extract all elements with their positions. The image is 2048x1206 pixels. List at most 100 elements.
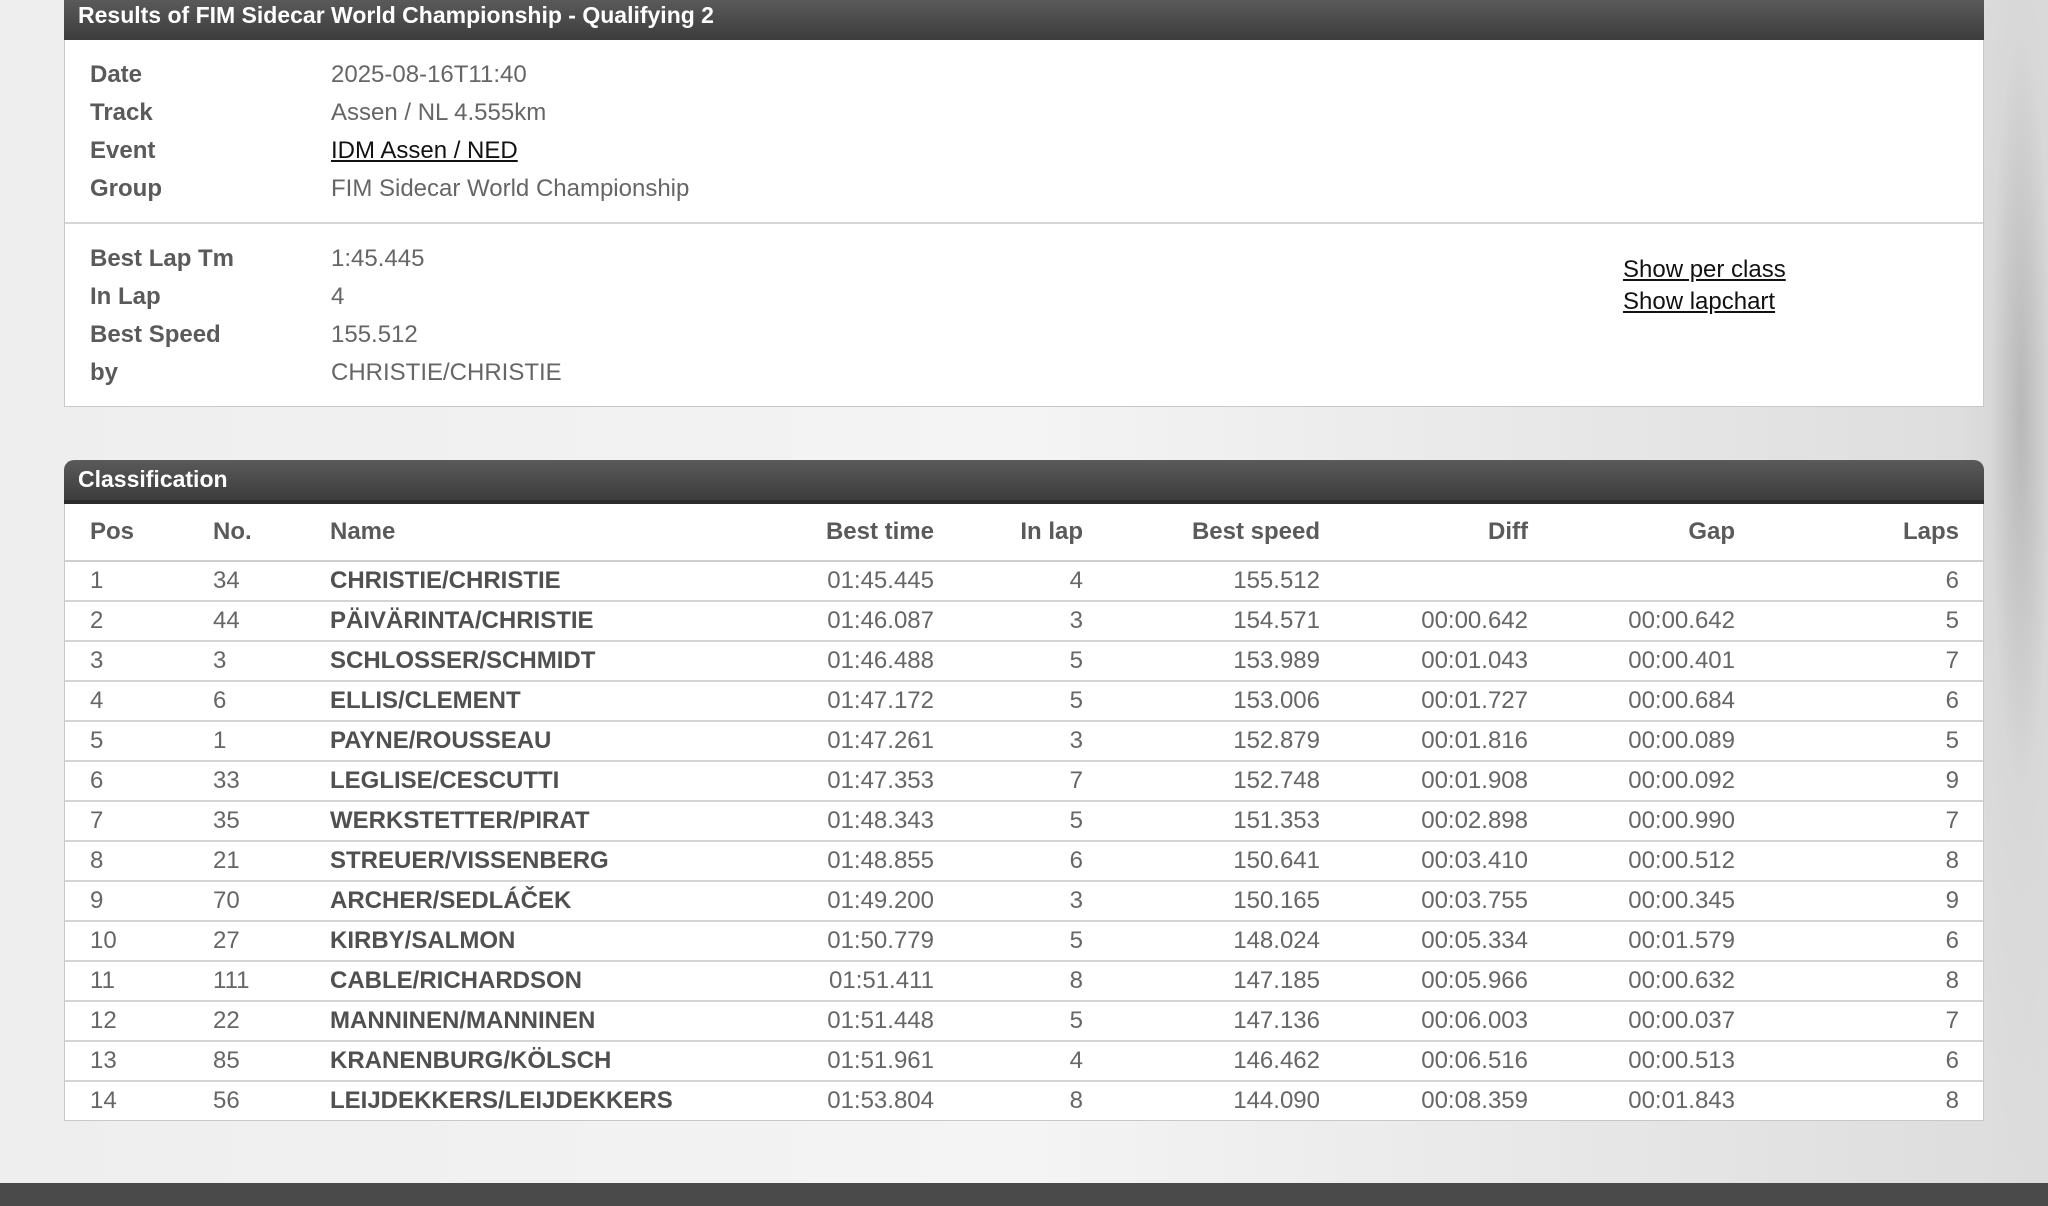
cell-best-time: 01:46.488 [780, 641, 934, 682]
show-per-class-link[interactable]: Show per class [1623, 254, 1786, 286]
cell-best-speed: 152.748 [1083, 761, 1320, 802]
classification-title: Classification [64, 460, 1984, 504]
cell-in-lap: 5 [934, 641, 1083, 682]
cell-laps: 8 [1735, 841, 1983, 882]
table-row: 11 111 CABLE/RICHARDSON 01:51.411 8 147.185 00… [65, 961, 1983, 1002]
cell-best-time: 01:45.445 [780, 561, 934, 602]
cell-laps: 6 [1735, 921, 1983, 962]
cell-diff: 00:05.334 [1320, 921, 1528, 962]
cell-pos: 1 [65, 561, 213, 602]
info-row-best-speed: Best Speed 155.512 [65, 316, 1983, 354]
cell-name: KRANENBURG/KÖLSCH [330, 1041, 780, 1082]
cell-best-speed: 151.353 [1083, 801, 1320, 842]
group-value: FIM Sidecar World Championship [331, 175, 690, 202]
cell-in-lap: 5 [934, 1001, 1083, 1042]
best-speed-value: 155.512 [331, 321, 418, 348]
best-lap-info: Best Lap Tm 1:45.445 In Lap 4 Best Speed… [65, 222, 1983, 406]
group-label: Group [90, 175, 162, 202]
by-value: CHRISTIE/CHRISTIE [331, 359, 562, 386]
cell-gap: 00:01.843 [1628, 1087, 1735, 1114]
cell-diff: 00:00.642 [1320, 601, 1528, 642]
cell-pos: 5 [65, 721, 213, 762]
cell-diff: 00:01.727 [1320, 681, 1528, 722]
cell-number: 44 [213, 601, 330, 642]
cell-in-lap: 5 [934, 681, 1083, 722]
cell-pos: 13 [65, 1041, 213, 1082]
cell-in-lap: 7 [934, 761, 1083, 802]
cell-pos: 2 [65, 601, 213, 642]
date-label: Date [90, 61, 143, 88]
info-row-date: Date 2025-08-16T11:40 [65, 56, 1983, 94]
cell-best-time: 01:50.779 [780, 921, 934, 962]
cell-best-speed: 153.989 [1083, 641, 1320, 682]
cell-pos: 3 [65, 641, 213, 682]
cell-best-time: 01:47.353 [780, 761, 934, 802]
show-lapchart-link[interactable]: Show lapchart [1623, 286, 1786, 318]
cell-diff: 00:08.359 [1421, 1087, 1528, 1114]
cell-gap: 00:01.579 [1528, 921, 1735, 962]
info-row-track: Track Assen / NL 4.555km [65, 94, 1983, 132]
info-row-by: by CHRISTIE/CHRISTIE [65, 354, 1983, 392]
cell-name: LEIJDEKKERS/LEIJDEKKERS [330, 1087, 673, 1114]
cell-number: 27 [213, 921, 330, 962]
table-row: 14 56 LEIJDEKKERS/LEIJDEKKERS 01:53.804 8 144… [65, 1081, 1983, 1120]
results-panel: Results of FIM Sidecar World Championshi… [64, 0, 1984, 407]
cell-gap: 00:00.642 [1528, 601, 1735, 642]
cell-best-speed: 148.024 [1083, 921, 1320, 962]
best-lap-label: Best Lap Tm [90, 245, 235, 272]
cell-gap: 00:00.092 [1528, 761, 1735, 802]
cell-in-lap: 5 [934, 921, 1083, 962]
cell-number: 56 [213, 1087, 240, 1114]
cell-best-speed: 150.641 [1083, 841, 1320, 882]
by-label: by [90, 359, 119, 386]
footer-bar [0, 1183, 2048, 1206]
table-row: 6 33 LEGLISE/CESCUTTI 01:47.353 7 152.748 00:0… [65, 761, 1983, 802]
cell-laps: 5 [1735, 601, 1983, 642]
col-header-no: No. [213, 504, 330, 562]
cell-in-lap: 8 [1069, 1087, 1083, 1114]
cell-pos: 7 [65, 801, 213, 842]
cell-best-speed: 146.462 [1083, 1041, 1320, 1082]
cell-number: 3 [213, 641, 330, 682]
cell-in-lap: 4 [934, 561, 1083, 602]
col-header-gap: Gap [1528, 504, 1735, 562]
col-header-name: Name [330, 504, 780, 562]
col-header-pos: Pos [65, 504, 213, 562]
cell-best-time: 01:46.087 [780, 601, 934, 642]
cell-best-speed: 155.512 [1083, 561, 1320, 602]
cell-best-time: 01:51.411 [780, 961, 934, 1002]
session-info: Date 2025-08-16T11:40 Track Assen / NL 4… [65, 40, 1983, 222]
cell-in-lap: 3 [934, 601, 1083, 642]
cell-best-time: 01:47.261 [780, 721, 934, 762]
cell-best-time: 01:48.855 [780, 841, 934, 882]
table-row: 5 1 PAYNE/ROUSSEAU 01:47.261 3 152.879 00:01.8… [65, 721, 1983, 762]
table-row: 12 22 MANNINEN/MANNINEN 01:51.448 5 147.136 00… [65, 1001, 1983, 1042]
cell-pos: 12 [65, 1001, 213, 1042]
event-link[interactable]: IDM Assen / NED [331, 137, 518, 164]
cell-diff: 00:03.410 [1320, 841, 1528, 882]
cell-number: 85 [213, 1041, 330, 1082]
cell-name: KIRBY/SALMON [330, 921, 780, 962]
cell-name: CABLE/RICHARDSON [330, 961, 780, 1002]
cell-pos: 11 [65, 961, 213, 1002]
event-label: Event [90, 137, 156, 164]
cell-best-speed: 153.006 [1083, 681, 1320, 722]
cell-gap: 00:00.684 [1528, 681, 1735, 722]
cell-in-lap: 4 [934, 1041, 1083, 1082]
cell-in-lap: 3 [934, 881, 1083, 922]
best-speed-label: Best Speed [90, 321, 221, 348]
col-header-laps: Laps [1735, 504, 1983, 562]
cell-laps: 7 [1735, 1001, 1983, 1042]
cell-pos: 8 [65, 841, 213, 882]
track-label: Track [90, 99, 153, 126]
cell-gap: 00:00.513 [1528, 1041, 1735, 1082]
cell-number: 111 [213, 961, 330, 1002]
cell-diff: 00:06.003 [1320, 1001, 1528, 1042]
classification-panel: Classification Pos No. Name Best time In… [64, 460, 1984, 1121]
cell-number: 21 [213, 841, 330, 882]
date-value: 2025-08-16T11:40 [331, 61, 527, 88]
cell-best-speed: 144.090 [1233, 1087, 1320, 1114]
cell-name: ARCHER/SEDLÁČEK [330, 881, 780, 922]
cell-name: SCHLOSSER/SCHMIDT [330, 641, 780, 682]
cell-best-speed: 152.879 [1083, 721, 1320, 762]
